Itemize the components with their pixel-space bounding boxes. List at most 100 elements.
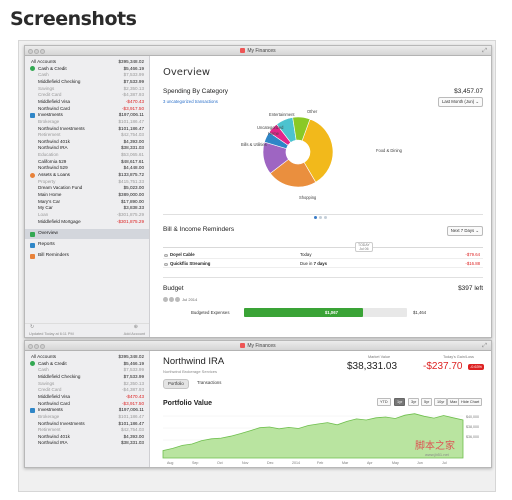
sidebar-account[interactable]: Northwind Card -$3,917.50 — [25, 401, 149, 407]
range-5yr[interactable]: 5yr — [421, 398, 433, 406]
sidebar-nav-reports[interactable]: Reports — [25, 240, 149, 250]
minimize-icon[interactable] — [34, 49, 39, 54]
gain-label: Today's Gain/Loss — [443, 355, 474, 359]
range-3yr[interactable]: 3yr — [408, 398, 420, 406]
sidebar-subgroup[interactable]: Cash $7,533.99 — [25, 367, 149, 373]
sidebar-account[interactable]: Middlefield Mortgage -$301,875.29 — [25, 219, 149, 225]
tab-transactions[interactable]: Transactions — [193, 379, 225, 387]
settings-icon[interactable] — [163, 297, 168, 303]
sidebar-subgroup[interactable]: Loan -$301,875.29 — [25, 212, 149, 218]
sidebar-account[interactable]: Middlefield Visa -$470.43 — [25, 394, 149, 400]
sidebar-account[interactable]: Dream Vacation Fund $5,023.00 — [25, 185, 149, 191]
range-1yr[interactable]: 1yr — [394, 398, 406, 406]
close-icon[interactable] — [28, 49, 33, 54]
chart-pager[interactable] — [313, 206, 328, 224]
pager-dot[interactable] — [319, 216, 322, 219]
sidebar-subgroup[interactable]: Brokerage $101,186.47 — [25, 414, 149, 420]
sidebar-group[interactable]: Cash & Credit $5,466.19 — [25, 66, 149, 72]
sidebar-all-accounts[interactable]: All Accounts $395,348.02 — [25, 59, 149, 65]
sidebar-account[interactable]: Northwind 401k $4,393.00 — [25, 139, 149, 145]
sidebar-subgroup[interactable]: Savings $2,350.13 — [25, 86, 149, 92]
reminder-date: Due in 7 days — [300, 260, 327, 268]
sidebar-subgroup[interactable]: Retirement $42,754.03 — [25, 427, 149, 433]
sidebar-account[interactable]: Middlefield Visa -$470.43 — [25, 99, 149, 105]
pie-label-shopping: Shopping — [299, 195, 317, 200]
zoom-icon[interactable] — [40, 344, 45, 349]
sidebar-group[interactable]: Investments $197,006.11 — [25, 112, 149, 118]
sidebar-subgroup[interactable]: Property $415,751.33 — [25, 179, 149, 185]
sidebar-account[interactable]: Northwind Investments $101,186.47 — [25, 126, 149, 132]
zoom-icon[interactable] — [40, 49, 45, 54]
sidebar-account[interactable]: Main Home $389,000.00 — [25, 192, 149, 198]
sidebar-row-value: $3,838.33 — [123, 205, 144, 211]
budget-bar[interactable]: $1,067 — [244, 308, 407, 317]
sidebar-account[interactable]: Middlefield Checking $7,533.99 — [25, 374, 149, 380]
sidebar-account[interactable]: Northwind Investments $101,186.47 — [25, 421, 149, 427]
updated-status: Updated Today at 6:11 PM — [29, 332, 74, 336]
pager-dot[interactable] — [314, 216, 317, 219]
reminder-status-icon[interactable] — [164, 253, 168, 257]
sidebar-account[interactable]: Northwind Card -$3,917.50 — [25, 106, 149, 112]
reminder-row[interactable]: Quickflix Streaming Due in 7 days -$16.8… — [163, 260, 483, 268]
chevron-left-icon[interactable] — [169, 297, 174, 303]
chevron-right-icon[interactable] — [175, 297, 180, 303]
sidebar-nav-overview[interactable]: Overview — [25, 229, 149, 240]
reminder-row[interactable]: Doyel Cable Today -$79.64 — [163, 251, 483, 259]
spending-title: Spending By Category — [163, 88, 229, 95]
hide-chart-button[interactable]: Hide Chart — [458, 398, 483, 406]
sidebar-account[interactable]: California 529 $48,617.61 — [25, 159, 149, 165]
sidebar-row-value: $101,186.47 — [118, 118, 144, 124]
reminders-period-select[interactable]: Next 7 Days ⌄ — [446, 226, 483, 236]
sidebar-row-label: Middlefield Checking — [38, 78, 81, 84]
refresh-icon[interactable]: ↻ — [30, 324, 34, 330]
reminder-date-days: 7 days — [313, 261, 328, 266]
sidebar-subgroup[interactable]: Cash $7,533.99 — [25, 72, 149, 78]
sidebar-nav-bill-reminders[interactable]: Bill Reminders — [25, 251, 149, 261]
section-divider — [163, 277, 483, 278]
sidebar-subgroup[interactable]: Credit Card -$4,387.93 — [25, 387, 149, 393]
sidebar-account[interactable]: Northwind 529 $4,448.00 — [25, 165, 149, 171]
add-account-button[interactable]: Add Account — [124, 332, 145, 336]
close-icon[interactable] — [28, 344, 33, 349]
x-tick-label: Jul — [442, 461, 447, 465]
sidebar-group[interactable]: Assets & Loans $133,875.72 — [25, 172, 149, 178]
gain-value: -$237.70 — [423, 361, 463, 372]
sidebar-group[interactable]: Investments $197,006.11 — [25, 407, 149, 413]
sidebar-account[interactable]: Northwind IRA $38,331.03 — [25, 440, 149, 446]
timeline — [163, 247, 483, 248]
sidebar-subgroup[interactable]: Brokerage $101,186.47 — [25, 119, 149, 125]
sidebar-row-value: $415,751.33 — [118, 178, 144, 184]
add-account-icon[interactable]: ⊕ — [134, 324, 138, 330]
range-10yr[interactable]: 10yr — [434, 398, 448, 406]
sidebar-account[interactable]: Northwind IRA $38,331.03 — [25, 145, 149, 151]
sidebar-row-value: $101,186.47 — [118, 413, 144, 419]
sidebar-row-value: $7,533.99 — [123, 78, 144, 84]
range-ytd[interactable]: YTD — [377, 398, 391, 406]
sidebar-group[interactable]: Cash & Credit $5,466.19 — [25, 361, 149, 367]
sidebar-row-label: Cash & Credit — [38, 360, 67, 366]
sidebar-row-label: Cash — [38, 72, 49, 78]
reminder-name: Doyel Cable — [170, 252, 195, 257]
sidebar-account[interactable]: Northwind 401k $4,393.00 — [25, 434, 149, 440]
overview-title: Overview — [163, 67, 211, 78]
sidebar-account[interactable]: Mary's Car $17,890.00 — [25, 199, 149, 205]
sidebar-row-label: Education — [38, 152, 59, 158]
sidebar-all-accounts[interactable]: All Accounts $395,348.02 — [25, 354, 149, 360]
sidebar-subgroup[interactable]: Education $53,065.61 — [25, 152, 149, 158]
sidebar-row-label: Dream Vacation Fund — [38, 185, 83, 191]
fullscreen-icon[interactable]: ⤢ — [482, 46, 487, 56]
x-tick-label: Jun — [417, 461, 423, 465]
pager-dot[interactable] — [324, 216, 327, 219]
tab-portfolio[interactable]: Portfolio — [163, 379, 189, 389]
sidebar-subgroup[interactable]: Savings $2,350.13 — [25, 381, 149, 387]
sidebar-subgroup[interactable]: Credit Card -$4,387.93 — [25, 92, 149, 98]
sidebar-account[interactable]: My Car $3,838.33 — [25, 205, 149, 211]
sidebar-account[interactable]: Middlefield Checking $7,533.99 — [25, 79, 149, 85]
x-tick-label: 2014 — [292, 461, 300, 465]
reminder-status-icon[interactable] — [164, 262, 168, 266]
fullscreen-icon[interactable]: ⤢ — [482, 341, 487, 351]
minimize-icon[interactable] — [34, 344, 39, 349]
spending-period-select[interactable]: Last Month (Jun) ⌄ — [437, 97, 483, 107]
sidebar-subgroup[interactable]: Retirement $42,754.03 — [25, 132, 149, 138]
uncategorized-link[interactable]: 3 uncategorized transactions — [163, 99, 218, 104]
